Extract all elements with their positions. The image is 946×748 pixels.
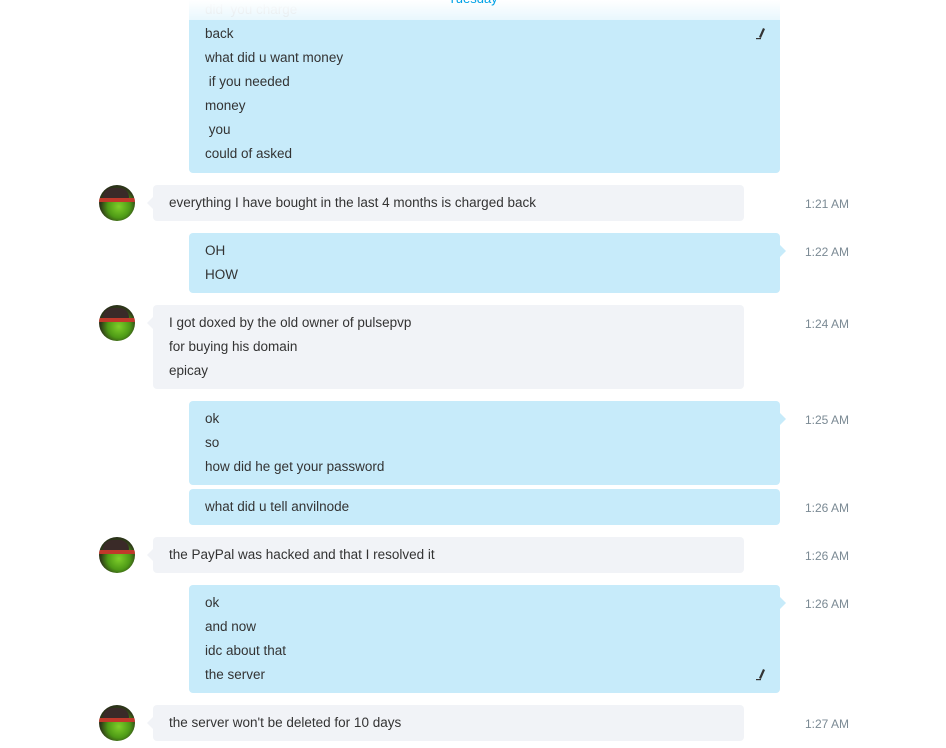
message-line: idc about that: [205, 643, 287, 658]
message-line: the server won't be deleted for 10 days: [169, 715, 402, 730]
message-line: how did he get your password: [205, 459, 385, 474]
outgoing-message[interactable]: ok so how did he get your password: [189, 401, 786, 485]
message-line: money: [205, 98, 246, 113]
message-line: OH: [205, 243, 226, 258]
message-line: and now: [205, 619, 257, 634]
message-line: ok: [205, 411, 220, 426]
message-line: what did u want money: [205, 50, 344, 65]
contact-avatar[interactable]: [99, 305, 135, 341]
outgoing-message[interactable]: did you charge back what did u want mone…: [189, 0, 780, 173]
message-line: epicay: [169, 363, 209, 378]
incoming-message[interactable]: the PayPal was hacked and that I resolve…: [147, 537, 744, 573]
message-timestamp: 1:24 AM: [805, 317, 850, 331]
outgoing-message[interactable]: OH HOW: [189, 233, 786, 293]
message-line: I got doxed by the old owner of pulsepvp: [169, 315, 412, 330]
edit-pencil-icon: [756, 669, 765, 681]
message-line: ok: [205, 595, 220, 610]
message-line: if you needed: [205, 74, 290, 89]
incoming-message[interactable]: I got doxed by the old owner of pulsepvp…: [147, 305, 744, 389]
edit-pencil-icon: [756, 28, 765, 40]
message-line: for buying his domain: [169, 339, 298, 354]
message-timestamp: 1:21 AM: [805, 197, 850, 211]
message-line: everything I have bought in the last 4 m…: [169, 195, 536, 210]
message-line: could of asked: [205, 146, 293, 161]
message-timestamp: 1:27 AM: [805, 717, 850, 731]
message-line: back: [205, 26, 234, 41]
incoming-message[interactable]: everything I have bought in the last 4 m…: [147, 185, 744, 221]
message-line: the PayPal was hacked and that I resolve…: [169, 547, 435, 562]
message-timestamp: 1:22 AM: [805, 245, 850, 259]
outgoing-message[interactable]: ok and now idc about that the server: [189, 585, 786, 693]
message-timestamp: 1:26 AM: [805, 549, 850, 563]
contact-avatar[interactable]: [99, 537, 135, 573]
contact-avatar[interactable]: [99, 705, 135, 741]
day-separator: Tuesday: [0, 0, 946, 8]
message-line: you: [205, 122, 231, 137]
contact-avatar[interactable]: [99, 185, 135, 221]
message-line: so: [205, 435, 220, 450]
outgoing-message[interactable]: what did u tell anvilnode: [189, 489, 780, 525]
message-timestamp: 1:26 AM: [805, 597, 850, 611]
message-line: the server: [205, 667, 266, 682]
message-timestamp: 1:25 AM: [805, 413, 850, 427]
message-line: HOW: [205, 267, 238, 282]
message-timestamp: 1:26 AM: [805, 501, 850, 515]
message-line: what did u tell anvilnode: [205, 499, 350, 514]
incoming-message[interactable]: the server won't be deleted for 10 days: [147, 705, 744, 741]
